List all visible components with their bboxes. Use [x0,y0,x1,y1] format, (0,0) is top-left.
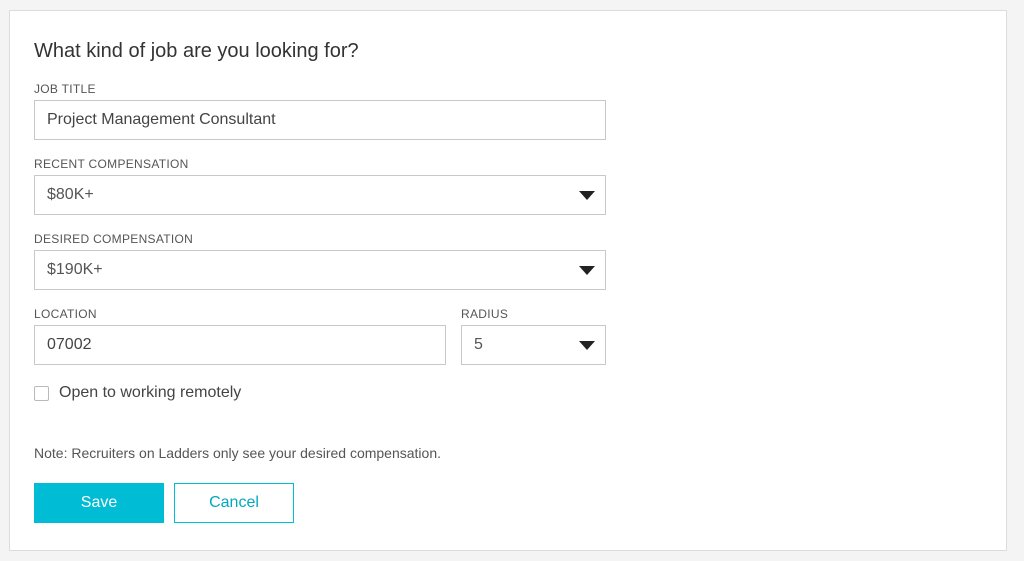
recent-compensation-value: $80K+ [47,186,94,203]
chevron-down-icon [579,191,595,200]
remote-checkbox-label[interactable]: Open to working remotely [59,384,241,402]
radius-label: RADIUS [461,307,509,321]
recent-compensation-label: RECENT COMPENSATION [34,157,189,171]
job-title-label: JOB TITLE [34,82,96,96]
desired-compensation-select[interactable]: $190K+ [34,250,606,290]
recent-compensation-select[interactable]: $80K+ [34,175,606,215]
chevron-down-icon [579,266,595,275]
remote-option[interactable]: Open to working remotely [34,384,241,402]
location-input[interactable] [47,327,431,363]
compensation-note: Note: Recruiters on Ladders only see you… [34,445,441,461]
job-title-input[interactable] [47,102,591,138]
chevron-down-icon [579,341,595,350]
location-field[interactable] [34,325,446,365]
cancel-button[interactable]: Cancel [174,483,294,523]
save-button[interactable]: Save [34,483,164,523]
desired-compensation-value: $190K+ [47,261,103,278]
radius-select[interactable]: 5 [461,325,606,365]
remote-checkbox[interactable] [34,385,49,401]
location-label: LOCATION [34,307,97,321]
radius-value: 5 [474,336,483,353]
form-title: What kind of job are you looking for? [34,40,359,62]
job-title-field[interactable] [34,100,606,140]
job-preferences-card: What kind of job are you looking for? JO… [9,10,1007,551]
desired-compensation-label: DESIRED COMPENSATION [34,232,194,246]
